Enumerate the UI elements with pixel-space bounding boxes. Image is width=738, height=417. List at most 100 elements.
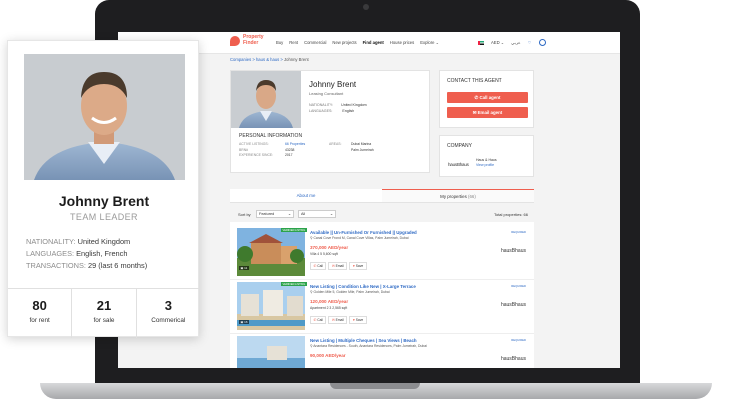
tab-about-me[interactable]: About me [230,189,382,202]
sort-select[interactable]: Featured ⌄ [256,210,294,218]
listing-badge: REQUIRED [511,284,526,288]
card-nationality-label: NATIONALITY: [26,237,76,246]
chevron-down-icon: ⌄ [329,212,333,216]
nav-right: AED ⌄ عربي ♡ [478,39,546,46]
agent-role: Leasing Consultant [309,91,344,96]
breadcrumb: Companies > haus & haus > Johnny Brent [230,57,309,62]
photo-count: ▣ 16 [239,320,250,324]
stat-commercial[interactable]: 3 Commerical [137,289,200,338]
card-agent-name: Johnny Brent [58,193,150,209]
stat-label: for rent [29,317,50,324]
listing-location: ⚲ Anantara Residences - South, Anantara … [310,344,427,348]
listing-item[interactable]: VERIFIED LISTING ▣ 11 Available || Un-Fu… [230,226,534,280]
profile-tabs: About me My properties (66) [230,189,534,203]
contact-title: CONTACT THIS AGENT [447,78,502,84]
listing-title[interactable]: New Listing | Multiple Cheques | Sea Vie… [310,338,417,343]
listing-badge: REQUIRED [511,230,526,234]
nav-link-find-agent[interactable]: Find agent [363,40,384,45]
card-transactions: TRANSACTIONS: 29 (last 6 months) [26,261,147,270]
company-info: Haus & Haus View profile [476,158,497,167]
stat-number: 80 [32,298,47,313]
sort-label: Sort by [238,212,251,217]
card-transactions-value: 29 (last 6 months) [88,261,148,270]
breadcrumb-path[interactable]: Companies > haus & haus > [230,57,283,62]
currency-selector[interactable]: AED ⌄ [491,40,504,45]
verified-badge: VERIFIED LISTING [281,282,307,286]
email-agent-label: Email agent [477,110,503,115]
listing-brand-logo: hausBhaus [500,302,526,308]
areas-label: AREAS: [329,142,342,146]
breadcrumb-current: Johnny Brent [284,57,309,62]
property-finder-logo[interactable]: Property Finder [230,34,267,46]
save-label: Save [355,318,364,322]
call-label: Call [317,264,323,268]
call-label: Call [317,318,323,322]
listing-location-text: Canal Cove Frond M, Canal Cove Villas, P… [313,236,409,240]
listing-title[interactable]: Available || Un-Furnished Or Furnished |… [310,230,417,235]
nationality-label: NATIONALITY: [309,103,334,107]
listing-location: ⚲ Canal Cove Frond M, Canal Cove Villas,… [310,236,409,240]
card-nationality: NATIONALITY: United Kingdom [26,237,130,246]
listing-meta: Villa 4 5 5,600 sqft [310,252,338,256]
listings-list: VERIFIED LISTING ▣ 11 Available || Un-Fu… [230,222,534,368]
listing-actions: ✆ Call ✉ Email ♥ Save [310,316,367,324]
agent-name: Johnny Brent [309,80,357,89]
experience-value: 2017 [285,153,293,157]
listing-item[interactable]: VERIFIED LISTING ▣ 16 New Listing | Cond… [230,280,534,334]
listing-item[interactable]: New Listing | Multiple Cheques | Sea Vie… [230,334,534,368]
listing-photo[interactable] [237,336,305,368]
uae-flag-icon [478,40,484,45]
sort-select-value: Featured [259,212,275,216]
stat-label: Commerical [151,317,186,324]
listing-actions: ✆ Call ✉ Email ♥ Save [310,262,367,270]
photo-count: ▣ 11 [239,266,249,270]
stat-for-rent[interactable]: 80 for rent [8,289,73,338]
user-icon[interactable] [538,39,546,46]
favorites-heart-icon[interactable]: ♡ [528,40,532,45]
email-agent-button[interactable]: ✉ Email agent [447,107,528,118]
stat-number: 21 [96,298,112,313]
tab-my-properties[interactable]: My properties (66) [382,189,534,202]
area-item: Palm Jumeirah [351,147,374,152]
nav-link-rent[interactable]: Rent [289,40,298,45]
company-card: COMPANY hausBhaus Haus & Haus View profi… [439,135,534,177]
call-agent-button[interactable]: ✆ Call agent [447,92,528,103]
active-listings-link[interactable]: 66 Properties [285,142,305,148]
listing-brand-logo: hausBhaus [500,248,526,254]
verified-badge: VERIFIED LISTING [281,228,307,232]
card-languages: LANGUAGES: English, French [26,249,127,258]
listing-title[interactable]: New Listing | Condition Like New | X-Lar… [310,284,416,289]
listing-badge: REQUIRED [511,338,526,342]
listing-save-button[interactable]: ♥ Save [349,316,367,324]
listing-price: 120,000 AED/year [310,299,349,304]
listing-email-button[interactable]: ✉ Email [328,262,348,270]
card-agent-role: TEAM LEADER [70,212,138,222]
company-logo[interactable]: hausBhaus [448,162,469,167]
camera-icon [363,4,369,10]
stat-for-sale[interactable]: 21 for sale [72,289,137,338]
tab-properties-count: (66) [468,194,476,199]
photo-count-value: 11 [244,266,248,270]
agent-portrait [24,54,185,180]
filter-select[interactable]: All ⌄ [298,210,336,218]
agent-profile-card: Johnny Brent Leasing Consultant NATIONAL… [230,70,430,173]
listing-location-text: Golden Mile 5, Golden Mile, Palm Jumeira… [313,290,390,294]
agent-summary-card: Johnny Brent TEAM LEADER NATIONALITY: Un… [7,40,200,338]
listing-call-button[interactable]: ✆ Call [310,262,327,270]
listing-save-button[interactable]: ♥ Save [349,262,367,270]
nav-link-house-prices[interactable]: House prices [390,40,414,45]
nav-link-buy[interactable]: Buy [276,40,283,45]
nav-link-commercial[interactable]: Commercial [304,40,326,45]
listing-location: ⚲ Golden Mile 5, Golden Mile, Palm Jumei… [310,290,390,294]
listing-email-button[interactable]: ✉ Email [328,316,348,324]
areas-values: Dubai Marina Palm Jumeirah [351,142,374,153]
nav-link-explore[interactable]: Explore ⌄ [420,40,439,45]
view-profile-link[interactable]: View profile [476,163,494,167]
listing-call-button[interactable]: ✆ Call [310,316,327,324]
agent-photo [231,71,301,128]
language-toggle[interactable]: عربي [511,40,520,45]
contact-agent-card: CONTACT THIS AGENT ✆ Call agent ✉ Email … [439,70,534,128]
nav-link-new-projects[interactable]: New projects [332,40,356,45]
chevron-down-icon: ⌄ [287,212,291,216]
save-label: Save [355,264,364,268]
